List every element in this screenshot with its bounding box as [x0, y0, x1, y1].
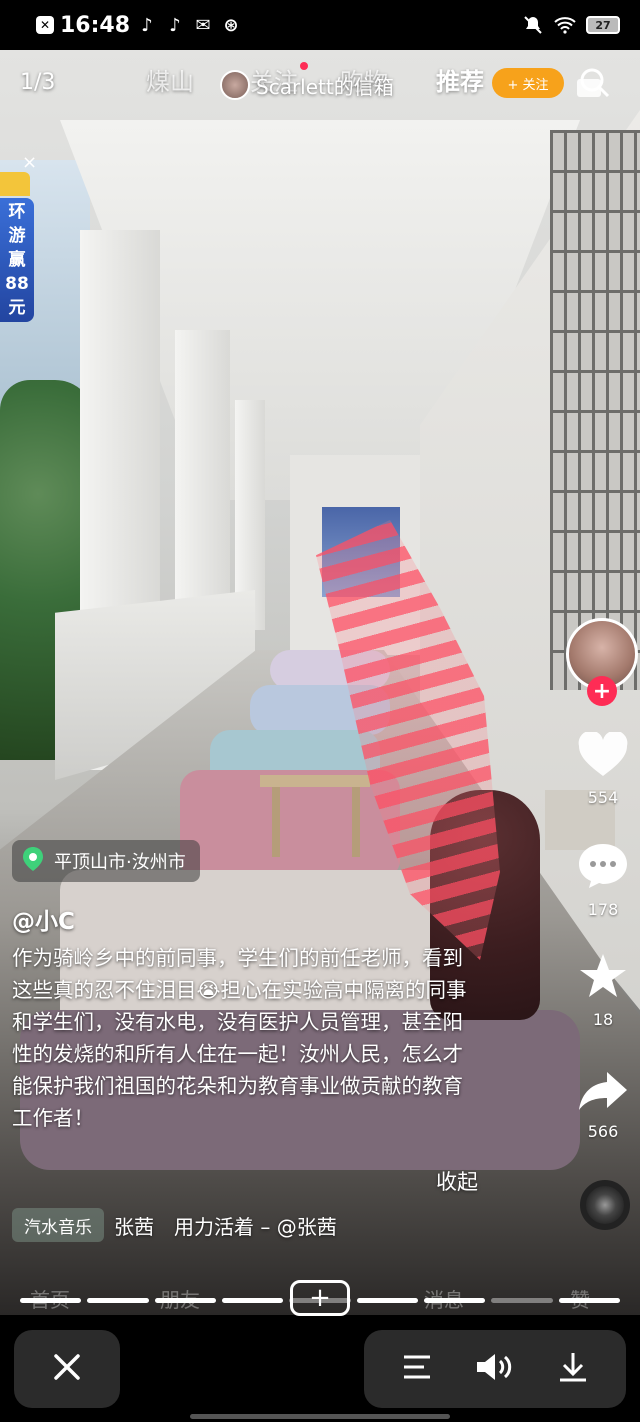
promo-ad-badge[interactable]: 环 游 赢 88 元 [0, 198, 34, 322]
page-counter[interactable]: 1/3 [20, 70, 55, 95]
controls-group [364, 1330, 626, 1408]
comment-count: 178 [587, 900, 619, 919]
top-nav: 1/3 煤山 关注 购物 推荐 Scarlett的信箱 + 关注 [0, 58, 640, 104]
share-arrow-icon [577, 1070, 629, 1116]
tab-following-dot [300, 62, 308, 70]
table-leg [272, 787, 280, 857]
post-caption: 作为骑岭乡中的前同事，学生们的前任老师，看到这些真的忍不住泪目😭担心在实验高中隔… [12, 946, 467, 1130]
music-row[interactable]: 汽水音乐 张茜 用力活着 – @张茜 [12, 1208, 337, 1242]
comment-icon [577, 842, 629, 894]
collapse-caption-button[interactable]: 收起 [436, 1166, 478, 1196]
close-button[interactable] [14, 1330, 120, 1408]
menu-icon [402, 1354, 432, 1384]
ad-line: 88 [5, 274, 29, 294]
share-count: 566 [587, 1122, 619, 1141]
search-icon [577, 65, 611, 103]
tab-meishan[interactable]: 煤山 [146, 62, 194, 97]
comment-button[interactable]: 178 [572, 842, 634, 919]
status-time: 16:48 [60, 12, 131, 38]
wifi-icon [554, 14, 576, 36]
progress-segment [558, 1298, 620, 1303]
story-progress-bar [20, 1298, 620, 1304]
ad-line: 游 [8, 226, 26, 246]
tab-recommended[interactable]: 推荐 [436, 62, 484, 97]
music-disc-icon[interactable] [580, 1180, 630, 1230]
progress-segment [20, 1298, 82, 1303]
ad-close-icon[interactable]: × [22, 152, 37, 173]
follow-pill-button[interactable]: + 关注 [492, 68, 564, 98]
app-badge-icon: ✕ [36, 16, 54, 34]
volume-button[interactable] [473, 1347, 517, 1391]
ad-top-decoration [0, 172, 30, 196]
follow-plus-button[interactable]: + [587, 676, 617, 706]
ad-line: 环 [8, 202, 26, 222]
share-button[interactable]: 566 [572, 1070, 634, 1141]
progress-segment [356, 1298, 418, 1303]
progress-segment [154, 1298, 216, 1303]
tiktok-notification-icon: ♪ [141, 14, 153, 36]
status-bar: ✕ 16:48 ♪ ♪ ✉ ⊛ 27 [0, 0, 640, 50]
location-text: 平顶山市·汝州市 [54, 852, 186, 873]
like-count: 554 [587, 788, 619, 807]
progress-segment [87, 1298, 149, 1303]
favorite-button[interactable]: 18 [572, 952, 634, 1029]
search-button[interactable] [570, 66, 618, 102]
download-icon [557, 1351, 589, 1387]
wechat-icon: ✉ [195, 14, 211, 36]
app-notification-icon: ⊛ [223, 14, 239, 36]
battery-indicator: 27 [586, 16, 620, 34]
close-icon [52, 1352, 82, 1386]
bottom-nav: 首页 朋友 + 消息 赞 [0, 1272, 640, 1318]
like-button[interactable]: 554 [572, 730, 634, 807]
menu-button[interactable] [395, 1347, 439, 1391]
heart-icon [577, 730, 629, 782]
progress-segment [289, 1298, 351, 1303]
star-icon [578, 952, 628, 1004]
music-source-tag[interactable]: 汽水音乐 [12, 1208, 104, 1242]
download-button[interactable] [551, 1347, 595, 1391]
favorite-count: 18 [592, 1010, 614, 1029]
barred-window [550, 130, 640, 690]
location-tag[interactable]: 平顶山市·汝州市 [12, 840, 200, 882]
source-account-name: Scarlett的信箱 [256, 74, 394, 99]
ad-line: 赢 [8, 250, 26, 270]
mute-icon [522, 14, 544, 36]
progress-segment [423, 1298, 486, 1303]
ad-line: 元 [8, 298, 26, 318]
table-leg [352, 787, 360, 857]
source-avatar [220, 70, 250, 100]
home-indicator[interactable] [190, 1414, 450, 1419]
music-title: 张茜 用力活着 – @张茜 [114, 1214, 337, 1239]
author-handle[interactable]: @小C [12, 902, 75, 936]
location-pin-icon [22, 846, 44, 877]
progress-segment [491, 1298, 553, 1303]
speaker-icon [475, 1351, 515, 1387]
source-account[interactable]: Scarlett的信箱 [220, 70, 394, 100]
tiktok-notification-icon-2: ♪ [169, 14, 181, 36]
player-control-bar [0, 1318, 640, 1422]
progress-segment [221, 1298, 284, 1303]
small-table [260, 775, 370, 787]
